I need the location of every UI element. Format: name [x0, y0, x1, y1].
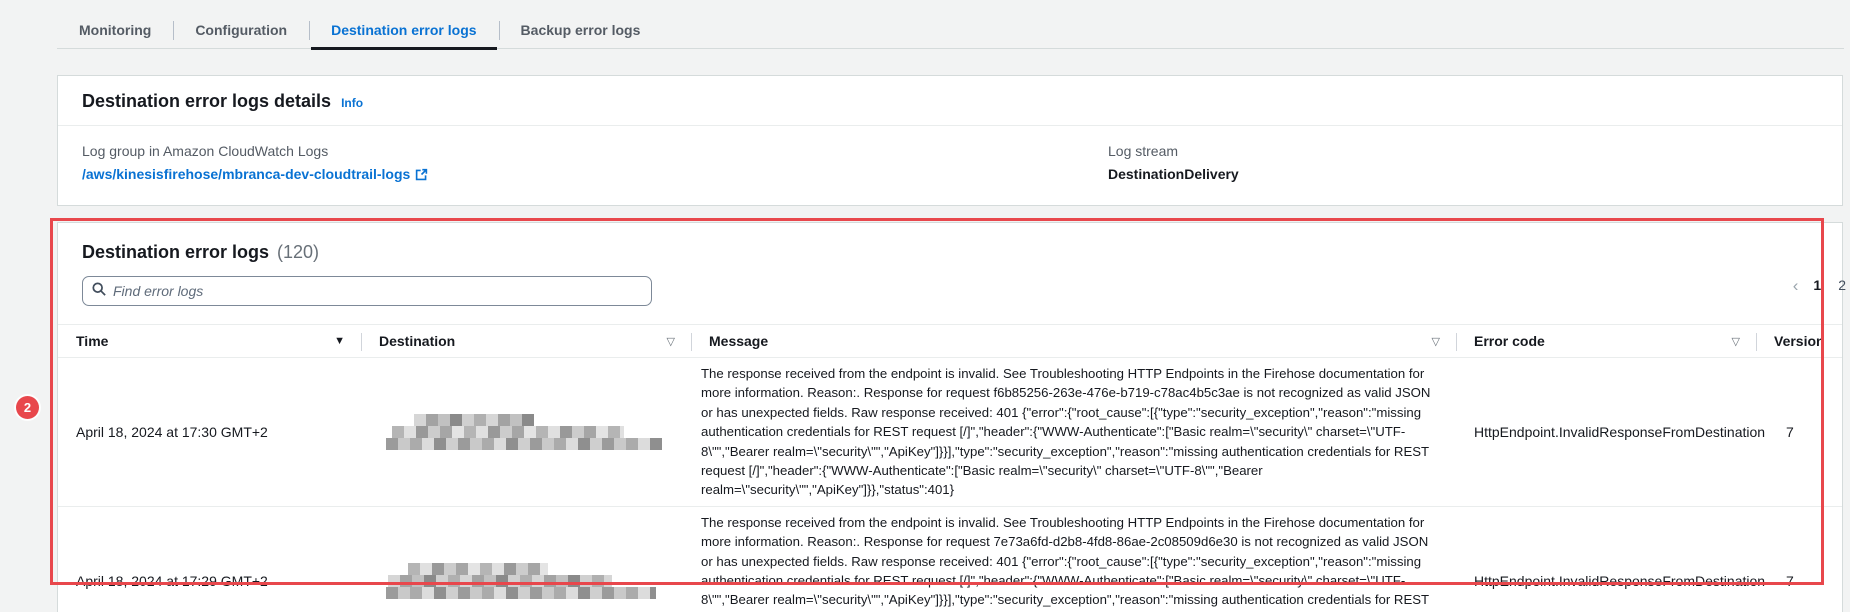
pagination-prev-icon[interactable]: ‹: [1793, 277, 1799, 294]
info-link[interactable]: Info: [341, 96, 363, 110]
log-group-link[interactable]: /aws/kinesisfirehose/mbranca-dev-cloudtr…: [82, 166, 1108, 182]
tab-bar: Monitoring Configuration Destination err…: [57, 12, 1844, 49]
log-group-field: Log group in Amazon CloudWatch Logs /aws…: [82, 143, 1108, 182]
tab-backup-error-logs[interactable]: Backup error logs: [499, 12, 663, 48]
error-code-cell: HttpEndpoint.InvalidResponseFromDestinat…: [1456, 358, 1756, 506]
tab-destination-error-logs[interactable]: Destination error logs: [309, 12, 498, 48]
sort-icon[interactable]: ▽: [1732, 335, 1740, 348]
column-header-time[interactable]: Time ▼: [58, 325, 361, 357]
logs-toolbar: [58, 263, 1842, 306]
details-card-header: Destination error logs details Info: [58, 76, 1842, 126]
log-stream-value: DestinationDelivery: [1108, 166, 1239, 182]
error-code-cell: HttpEndpoint.InvalidResponseFromDestinat…: [1456, 507, 1756, 612]
column-header-version: Version: [1756, 325, 1842, 357]
destination-error-logs-card: Destination error logs (120) Time ▼: [57, 222, 1843, 612]
logs-card-header: Destination error logs (120): [58, 223, 1842, 263]
sort-desc-icon[interactable]: ▼: [334, 335, 345, 347]
destination-cell: [361, 358, 691, 506]
error-logs-table: Time ▼ Destination ▽ Message ▽ Error cod…: [58, 324, 1843, 612]
logs-card-title: Destination error logs: [82, 242, 269, 263]
annotation-step-badge: 2: [16, 396, 39, 419]
destination-error-logs-details-card: Destination error logs details Info Log …: [57, 75, 1843, 206]
column-header-destination[interactable]: Destination ▽: [361, 325, 691, 357]
table-row: April 18, 2024 at 17:29 GMT+2 The respon…: [58, 507, 1843, 612]
version-cell: 7: [1756, 358, 1842, 506]
sort-icon[interactable]: ▽: [1432, 335, 1440, 348]
details-card-title: Destination error logs details: [82, 91, 331, 112]
table-row: April 18, 2024 at 17:30 GMT+2 The respon…: [58, 358, 1843, 507]
column-header-error-code[interactable]: Error code ▽: [1456, 325, 1756, 357]
pagination-page-1[interactable]: 1: [1811, 277, 1823, 293]
message-cell: The response received from the endpoint …: [691, 358, 1456, 506]
search-input[interactable]: [113, 283, 642, 299]
tab-monitoring[interactable]: Monitoring: [57, 12, 173, 48]
destination-cell: [361, 507, 691, 612]
table-header-row: Time ▼ Destination ▽ Message ▽ Error cod…: [58, 324, 1843, 358]
external-link-icon: [415, 168, 428, 181]
time-cell: April 18, 2024 at 17:30 GMT+2: [58, 358, 361, 506]
log-group-label: Log group in Amazon CloudWatch Logs: [82, 143, 1108, 159]
pagination: ‹ 1 2: [1793, 270, 1848, 300]
firehose-error-logs-page: Monitoring Configuration Destination err…: [0, 0, 1850, 612]
log-group-link-text: /aws/kinesisfirehose/mbranca-dev-cloudtr…: [82, 166, 410, 182]
search-icon: [92, 282, 106, 301]
logs-count: (120): [277, 242, 319, 263]
version-cell: 7: [1756, 507, 1842, 612]
pagination-page-2[interactable]: 2: [1836, 277, 1848, 293]
log-stream-field: Log stream DestinationDelivery: [1108, 143, 1239, 182]
column-header-message[interactable]: Message ▽: [691, 325, 1456, 357]
redacted-destination-image: [386, 414, 662, 450]
sort-icon[interactable]: ▽: [667, 335, 675, 348]
time-cell: April 18, 2024 at 17:29 GMT+2: [58, 507, 361, 612]
message-cell: The response received from the endpoint …: [691, 507, 1456, 612]
redacted-destination-image: [386, 563, 656, 599]
log-stream-label: Log stream: [1108, 143, 1239, 159]
tab-configuration[interactable]: Configuration: [173, 12, 309, 48]
error-logs-search-box[interactable]: [82, 276, 652, 306]
details-card-body: Log group in Amazon CloudWatch Logs /aws…: [58, 126, 1842, 182]
